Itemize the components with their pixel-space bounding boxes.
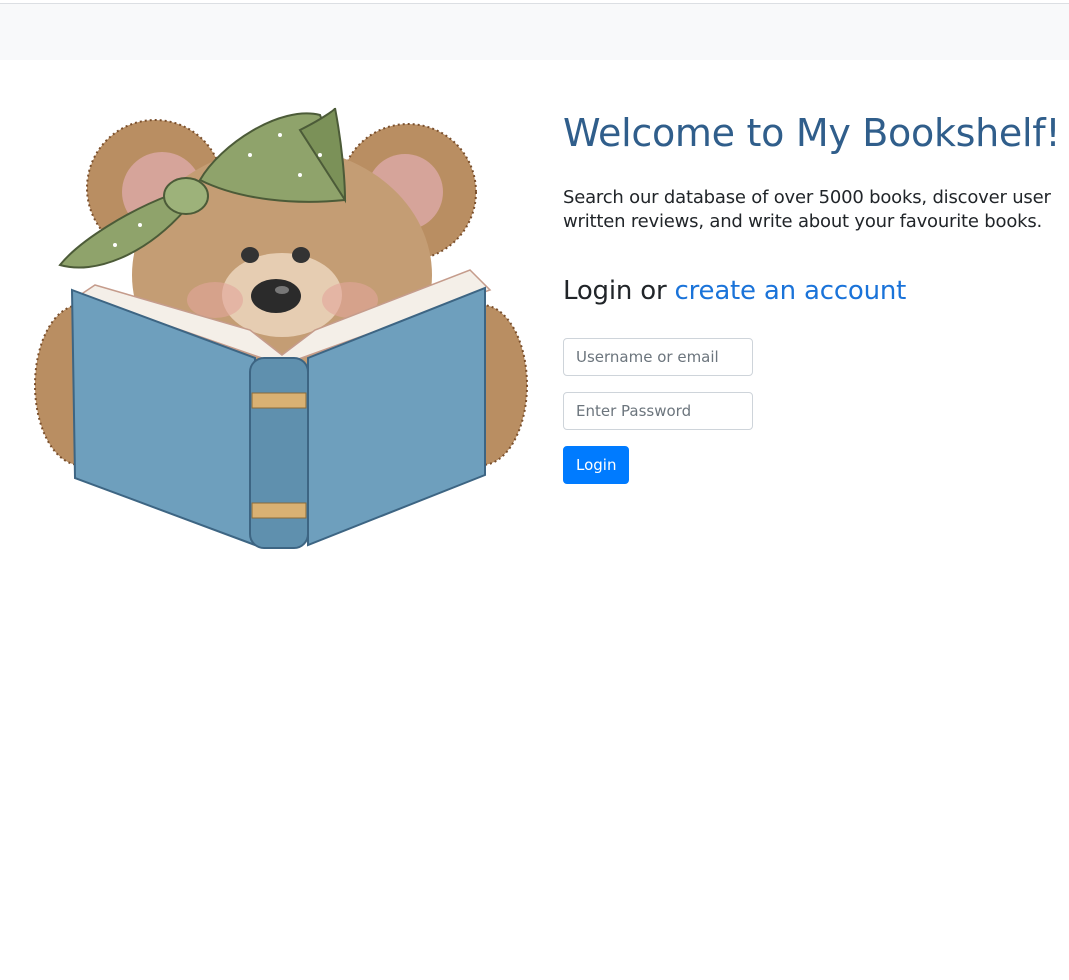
page-title: Welcome to My Bookshelf! (563, 111, 1061, 155)
login-button[interactable]: Login (563, 446, 630, 484)
login-panel: Welcome to My Bookshelf! Search our data… (563, 108, 1069, 484)
login-label: Login (563, 276, 633, 306)
password-input[interactable] (563, 392, 753, 430)
teddy-bear-reading-illustration (34, 107, 528, 549)
username-input[interactable] (563, 338, 753, 376)
login-or-label: or (640, 276, 667, 306)
intro-text: Search our database of over 5000 books, … (563, 187, 1051, 232)
create-account-link[interactable]: create an account (675, 276, 907, 306)
login-heading: Login or create an account (563, 274, 1069, 308)
top-navbar (0, 3, 1069, 60)
